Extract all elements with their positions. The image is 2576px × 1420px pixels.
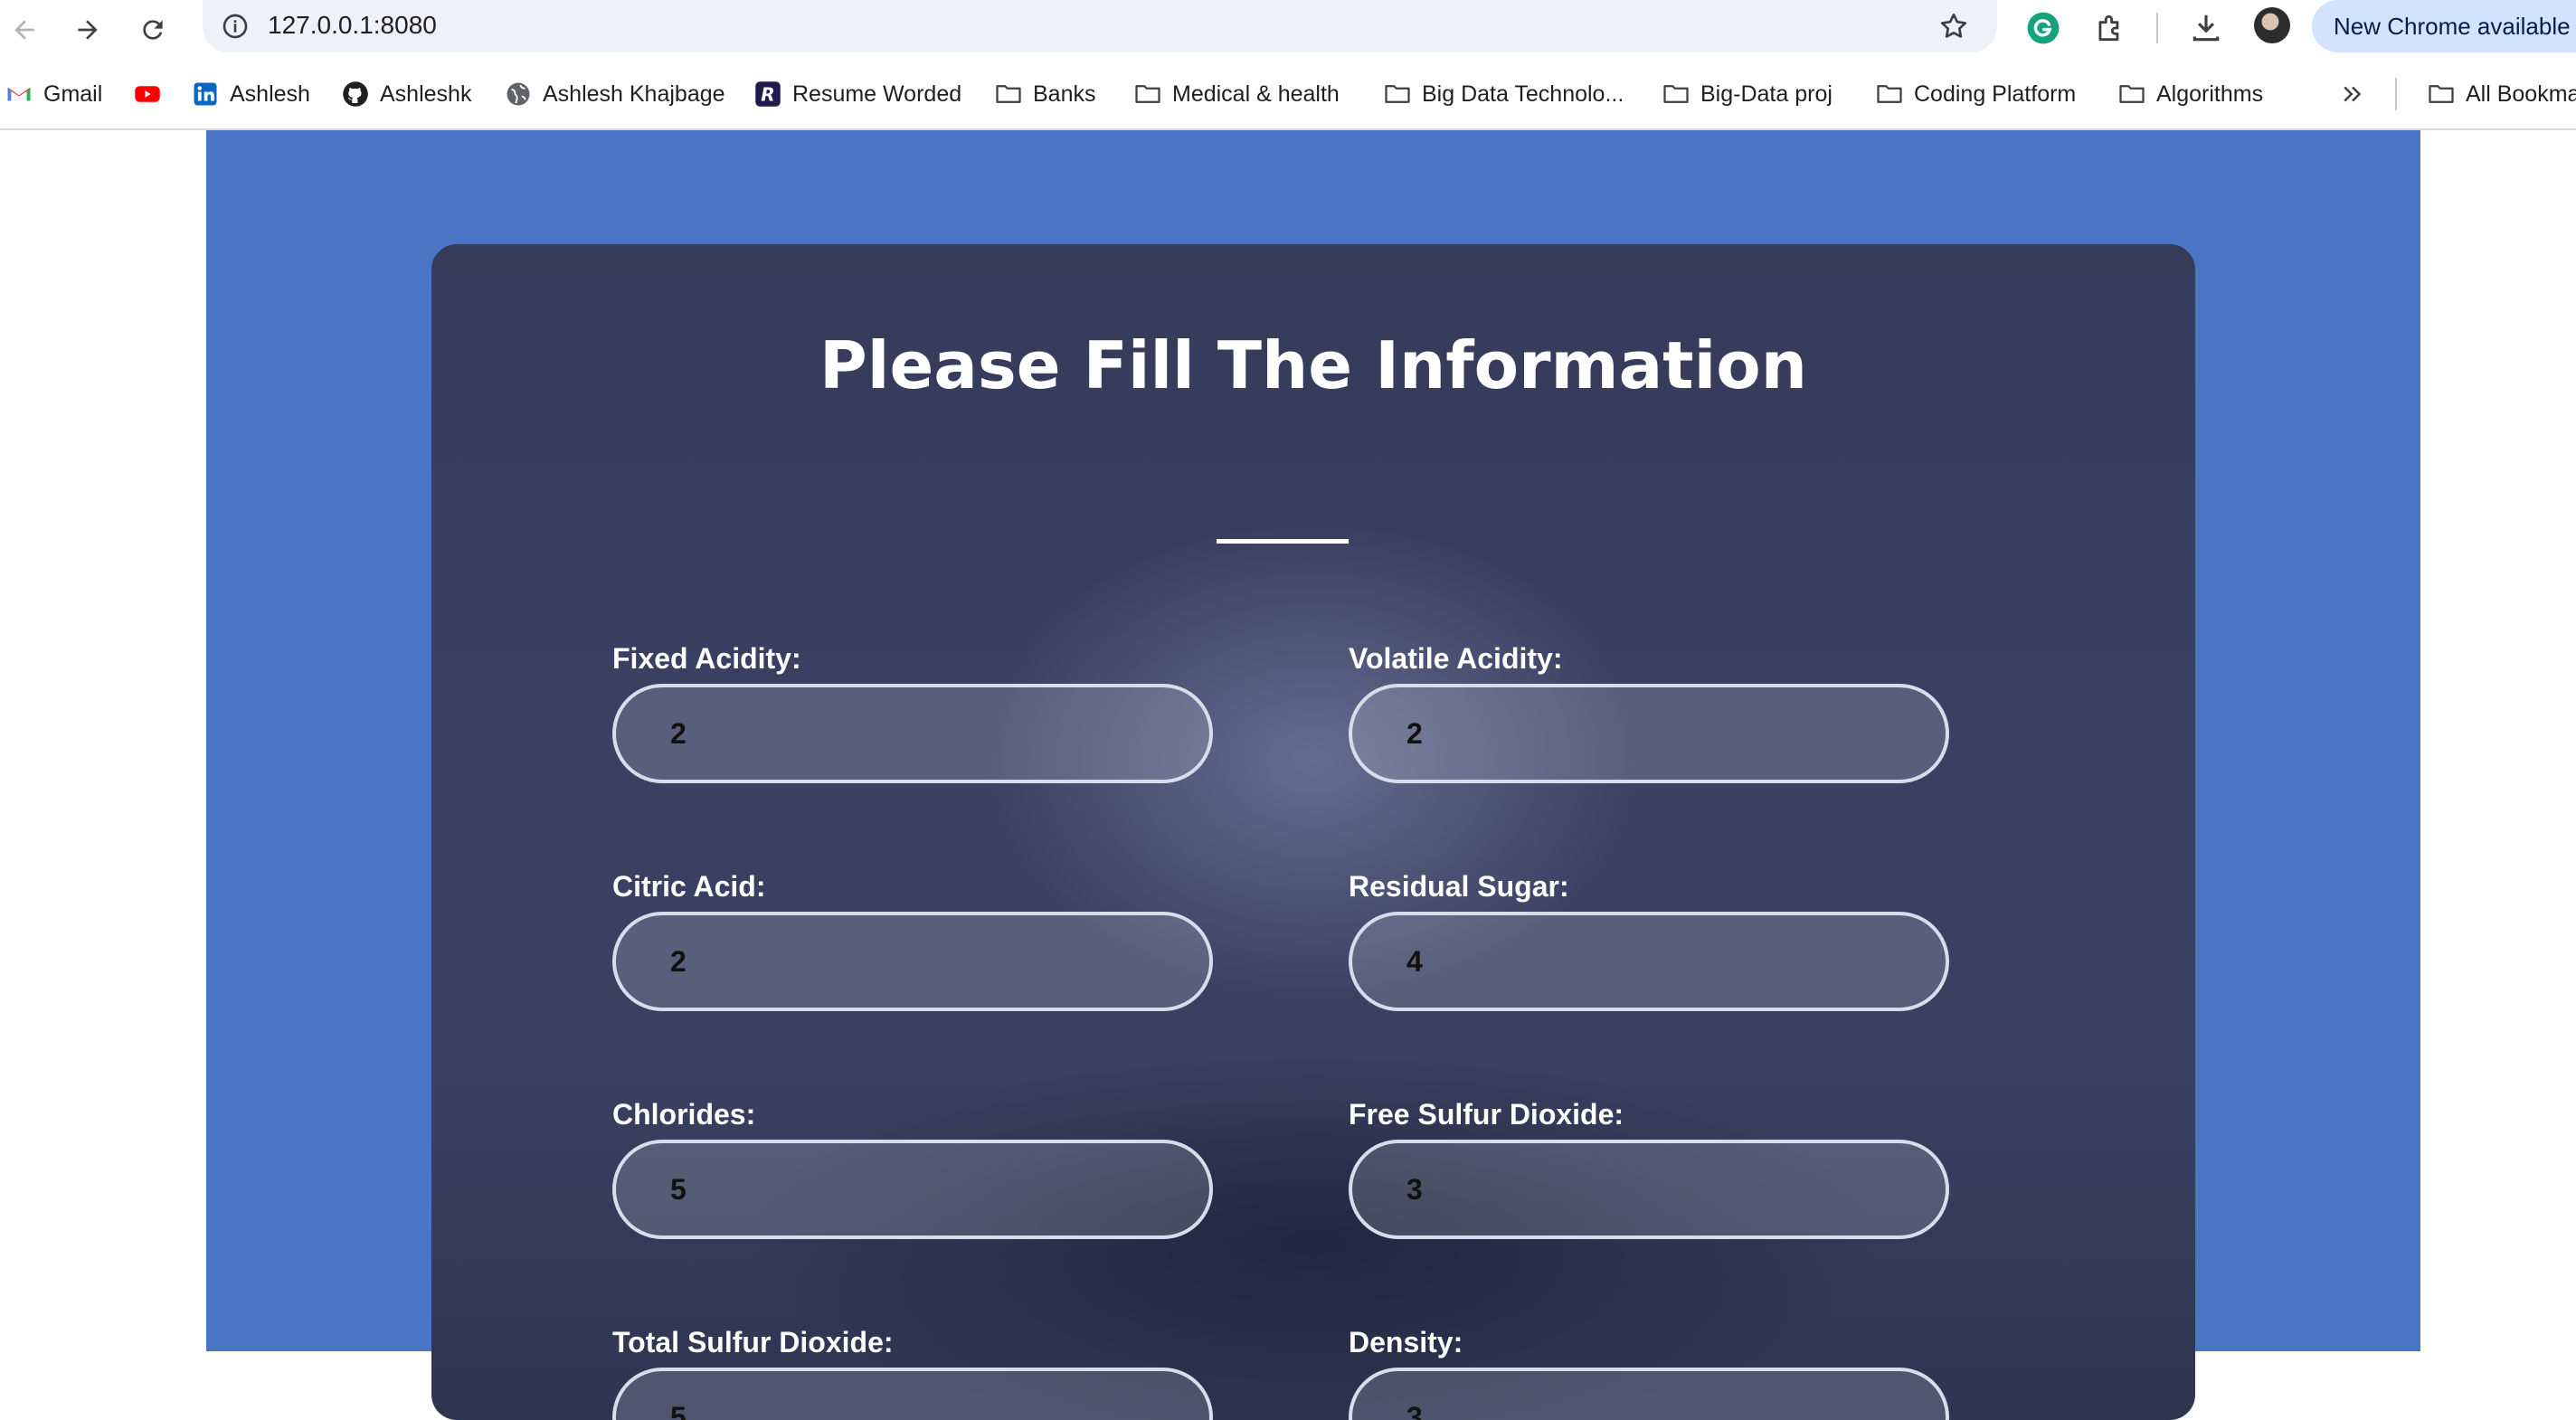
arrow-right-icon (78, 20, 98, 40)
bookmark-star-icon[interactable] (1937, 10, 1970, 43)
folder-icon (2118, 80, 2145, 108)
bookmark-folder-coding-platform[interactable]: Coding Platform (1876, 76, 2076, 112)
reload-button[interactable] (130, 7, 175, 52)
chevron-double-right-icon (2339, 80, 2366, 108)
title-underline (1217, 539, 1349, 544)
residual-sugar-label: Residual Sugar: (1349, 870, 1569, 903)
download-icon[interactable] (2189, 11, 2223, 45)
citric-acid-input[interactable] (612, 912, 1213, 1011)
fixed-acidity-label: Fixed Acidity: (612, 642, 801, 675)
chrome-update-chip[interactable]: New Chrome available (2312, 0, 2576, 52)
fixed-acidity-input[interactable] (612, 684, 1213, 783)
total-sulfur-dioxide-input[interactable] (612, 1368, 1213, 1420)
extensions-puzzle-icon[interactable] (2093, 11, 2127, 45)
folder-icon (1384, 80, 1411, 108)
density-input[interactable] (1349, 1368, 1949, 1420)
linkedin-icon (192, 80, 219, 108)
citric-acid-label: Citric Acid: (612, 870, 766, 903)
bookmark-folder-big-data-proj[interactable]: Big-Data proj (1662, 76, 1833, 112)
bookmarks-bar: Gmail Ashlesh Ashleshk Ashlesh Khajbage … (0, 60, 2576, 130)
toolbar-divider (2156, 13, 2158, 43)
bookmark-resume-worded[interactable]: R Resume Worded (754, 76, 961, 112)
grammarly-icon[interactable] (2026, 11, 2060, 45)
bookmark-linkedin[interactable]: Ashlesh (192, 76, 310, 112)
bookmark-youtube[interactable] (134, 76, 172, 112)
bookmark-folder-algorithms[interactable]: Algorithms (2118, 76, 2263, 112)
bookmark-all-bookmarks[interactable]: All Bookmarks (2428, 76, 2576, 112)
folder-icon (2428, 80, 2455, 108)
bookmark-folder-big-data-tech[interactable]: Big Data Technolo... (1384, 76, 1624, 112)
bookmarks-overflow-button[interactable] (2339, 76, 2377, 112)
free-sulfur-dioxide-label: Free Sulfur Dioxide: (1349, 1098, 1624, 1131)
svg-text:R: R (761, 84, 774, 106)
github-icon (342, 80, 369, 108)
folder-icon (995, 80, 1022, 108)
bookmark-ashlesh-khajbage[interactable]: Ashlesh Khajbage (505, 76, 725, 112)
total-sulfur-dioxide-label: Total Sulfur Dioxide: (612, 1326, 894, 1358)
youtube-icon (134, 80, 161, 108)
globe-icon (505, 80, 532, 108)
gmail-icon (5, 80, 33, 108)
browser-toolbar: 127.0.0.1:8080 New Chrome available (0, 0, 2576, 60)
page-background: Please Fill The Information Fixed Acidit… (206, 130, 2420, 1420)
url-text[interactable]: 127.0.0.1:8080 (268, 11, 437, 40)
resume-worded-icon: R (754, 80, 781, 108)
bookmarks-divider (2395, 78, 2397, 110)
bookmark-github[interactable]: Ashleshk (342, 76, 471, 112)
arrow-left-icon (14, 20, 34, 40)
bookmark-gmail[interactable]: Gmail (5, 76, 102, 112)
residual-sugar-input[interactable] (1349, 912, 1949, 1011)
density-label: Density: (1349, 1326, 1463, 1358)
profile-avatar[interactable] (2254, 7, 2290, 43)
site-info-icon[interactable] (221, 12, 250, 41)
free-sulfur-dioxide-input[interactable] (1349, 1140, 1949, 1239)
back-button[interactable] (2, 7, 47, 52)
folder-icon (1134, 80, 1161, 108)
volatile-acidity-label: Volatile Acidity: (1349, 642, 1563, 675)
folder-icon (1662, 80, 1690, 108)
bookmark-folder-banks[interactable]: Banks (995, 76, 1095, 112)
folder-icon (1876, 80, 1903, 108)
form-card: Please Fill The Information Fixed Acidit… (431, 244, 2195, 1420)
reload-icon (143, 20, 163, 40)
chlorides-input[interactable] (612, 1140, 1213, 1239)
volatile-acidity-input[interactable] (1349, 684, 1949, 783)
forward-button[interactable] (65, 7, 110, 52)
form-title: Please Fill The Information (819, 327, 1807, 403)
address-bar[interactable]: 127.0.0.1:8080 (203, 0, 1997, 52)
chlorides-label: Chlorides: (612, 1098, 756, 1131)
bookmark-folder-medical[interactable]: Medical & health (1134, 76, 1340, 112)
